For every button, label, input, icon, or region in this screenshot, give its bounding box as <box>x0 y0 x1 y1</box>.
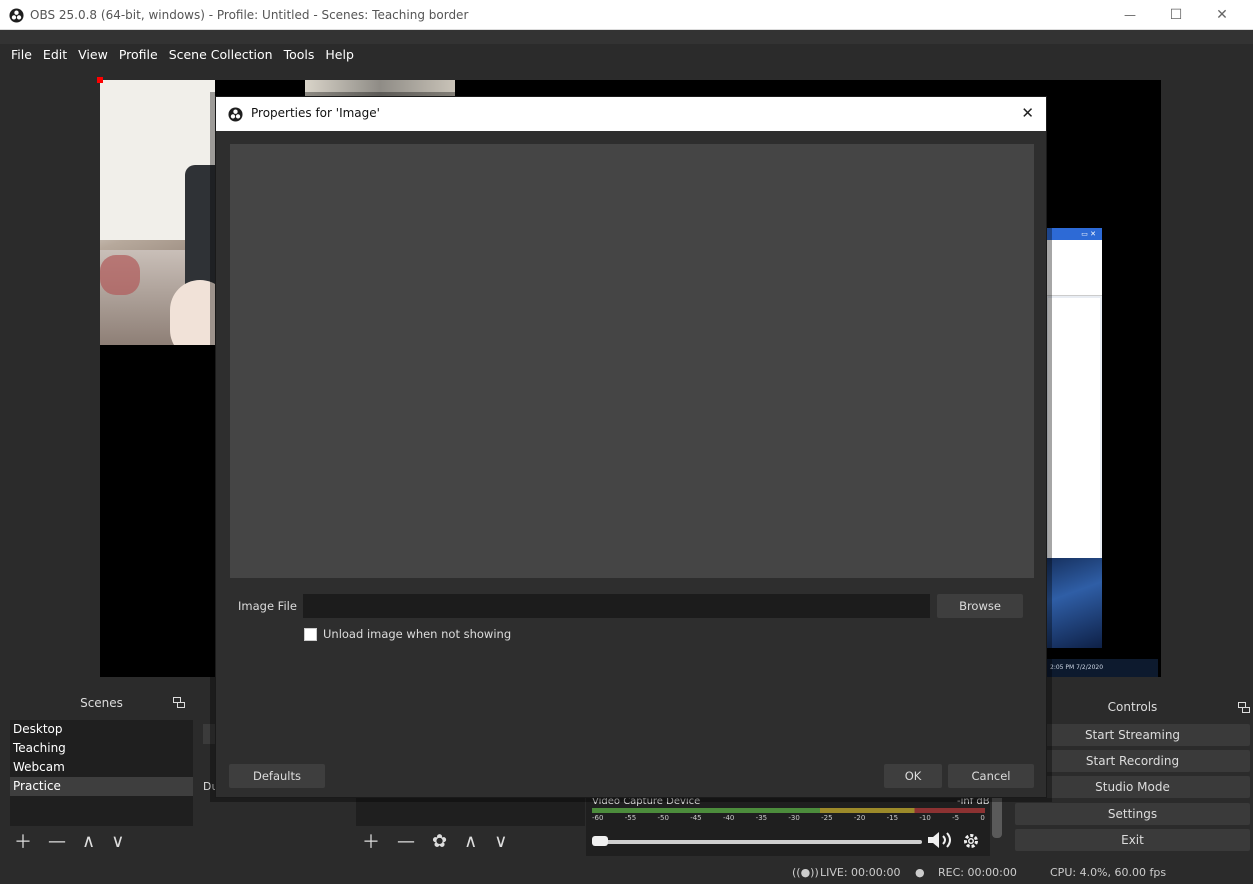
tick-label: -5 <box>952 814 960 822</box>
maximize-icon: ☐ <box>1169 7 1183 23</box>
dialog-title: Properties for 'Image' <box>251 106 380 120</box>
obs-logo-icon <box>9 8 24 23</box>
cpu-fps: CPU: 4.0%, 60.00 fps <box>1050 866 1167 879</box>
undock-icon[interactable] <box>173 697 185 708</box>
scene-toolbar: ＋ — ∧ ∨ <box>10 826 193 856</box>
menu-bar: File Edit View Profile Scene Collection … <box>0 44 1253 66</box>
window-title: OBS 25.0.8 (64-bit, windows) - Profile: … <box>30 8 469 22</box>
tick-label: -60 <box>592 814 604 822</box>
menu-profile[interactable]: Profile <box>114 44 163 66</box>
sources-toolbar: ＋ — ✿ ∧ ∨ <box>362 826 592 856</box>
unload-label: Unload image when not showing <box>323 627 512 641</box>
controls-title: Controls <box>1107 700 1158 714</box>
transform-handle[interactable] <box>97 77 103 83</box>
desktop-taskbar: 2:05 PM 7/2/2020 <box>1046 659 1158 677</box>
source-preview <box>230 144 1034 578</box>
live-timer: LIVE: 00:00:00 <box>820 866 901 879</box>
minimize-button[interactable]: — <box>1107 0 1153 30</box>
tick-label: -35 <box>755 814 768 822</box>
remove-source-icon[interactable]: — <box>397 831 415 852</box>
menu-tools[interactable]: Tools <box>279 44 320 66</box>
scene-list[interactable]: Desktop Teaching Webcam Practice <box>10 720 193 826</box>
remove-scene-icon[interactable]: — <box>48 831 66 852</box>
meter-ticks: -60 -55 -50 -45 -40 -35 -30 -25 -20 -15 … <box>592 814 985 824</box>
tick-label: -30 <box>788 814 800 822</box>
scenes-title: Scenes <box>80 696 123 710</box>
move-source-down-icon[interactable]: ∨ <box>494 831 507 852</box>
volume-slider-track[interactable] <box>602 840 922 844</box>
cancel-button[interactable]: Cancel <box>948 764 1034 788</box>
desktop-wallpaper <box>1046 558 1102 648</box>
dialog-close-icon[interactable]: ✕ <box>1021 104 1034 122</box>
tick-label: -20 <box>853 814 866 822</box>
desktop-taskbar-text: 2:05 PM 7/2/2020 <box>1050 664 1104 671</box>
menu-scene-collection[interactable]: Scene Collection <box>164 44 278 66</box>
obs-logo-icon <box>228 107 243 122</box>
defaults-button[interactable]: Defaults <box>229 764 325 788</box>
unload-checkbox[interactable] <box>304 627 317 641</box>
desktop-capture-titlebar: ▭ ✕ <box>1046 228 1102 240</box>
scene-item[interactable]: Desktop <box>10 720 193 739</box>
tick-label: -15 <box>886 814 899 822</box>
properties-dialog: Properties for 'Image' ✕ Image File Brow… <box>215 96 1047 798</box>
webcam-clothes <box>100 255 140 295</box>
desktop-capture-body <box>1048 298 1100 588</box>
tick-label: -25 <box>821 814 833 822</box>
move-scene-up-icon[interactable]: ∧ <box>82 831 95 852</box>
tick-label: -50 <box>657 814 669 822</box>
add-scene-icon[interactable]: ＋ <box>14 828 32 854</box>
tick-label: 0 <box>980 814 985 822</box>
record-dot-icon: ● <box>915 866 925 879</box>
webcam-source[interactable] <box>100 80 215 345</box>
image-file-input[interactable] <box>303 594 930 618</box>
volume-meter <box>592 808 985 813</box>
browse-button[interactable]: Browse <box>937 594 1023 618</box>
desktop-capture-ribbon <box>1046 240 1102 296</box>
volume-slider-handle[interactable] <box>592 836 608 846</box>
speaker-icon[interactable] <box>926 830 956 850</box>
scene-item-selected[interactable]: Practice <box>10 777 193 796</box>
move-source-up-icon[interactable]: ∧ <box>464 831 477 852</box>
minimize-icon: — <box>1124 8 1136 22</box>
unload-option[interactable]: Unload image when not showing <box>304 627 511 641</box>
tick-label: -55 <box>624 814 637 822</box>
source-properties-gear-icon[interactable]: ✿ <box>432 831 447 852</box>
undock-icon[interactable] <box>1238 702 1250 713</box>
menu-file[interactable]: File <box>6 44 37 66</box>
add-source-icon[interactable]: ＋ <box>362 828 380 854</box>
desktop-capture-source[interactable]: ▭ ✕ <box>1046 228 1102 648</box>
tick-label: -40 <box>722 814 735 822</box>
live-broadcast-icon: ((●)) <box>792 866 819 879</box>
image-file-label: Image File <box>238 599 297 613</box>
tick-label: -45 <box>690 814 702 822</box>
exit-button[interactable]: Exit <box>1015 829 1250 851</box>
close-window-button[interactable]: ✕ <box>1199 0 1245 30</box>
close-icon: ✕ <box>1216 7 1228 23</box>
scene-item[interactable]: Teaching <box>10 739 193 758</box>
settings-button[interactable]: Settings <box>1015 803 1250 825</box>
title-bar: OBS 25.0.8 (64-bit, windows) - Profile: … <box>0 0 1253 30</box>
menu-view[interactable]: View <box>73 44 113 66</box>
scenes-header: Scenes <box>10 688 193 718</box>
menu-edit[interactable]: Edit <box>38 44 72 66</box>
gear-icon[interactable] <box>962 832 980 850</box>
dialog-title-bar: Properties for 'Image' ✕ <box>216 97 1046 131</box>
maximize-button[interactable]: ☐ <box>1153 0 1199 30</box>
tick-label: -10 <box>919 814 931 822</box>
menu-help[interactable]: Help <box>320 44 359 66</box>
scene-item[interactable]: Webcam <box>10 758 193 777</box>
move-scene-down-icon[interactable]: ∨ <box>111 831 124 852</box>
ok-button[interactable]: OK <box>884 764 942 788</box>
title-strip <box>0 30 1253 44</box>
rec-timer: REC: 00:00:00 <box>938 866 1017 879</box>
webcam-arm <box>170 280 215 345</box>
